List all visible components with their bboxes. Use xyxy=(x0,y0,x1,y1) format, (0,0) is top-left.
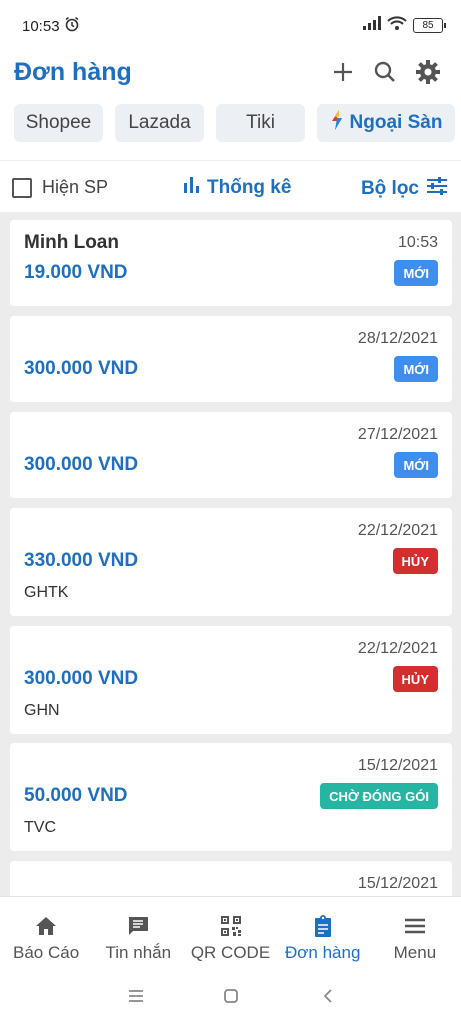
search-icon[interactable] xyxy=(371,58,399,86)
lightning-logo-icon xyxy=(330,110,344,136)
nav-item-messages[interactable]: Tin nhắn xyxy=(92,897,184,968)
order-status-badge: MỚI xyxy=(394,356,438,382)
order-amount: 19.000 VND xyxy=(24,262,128,283)
order-date: 28/12/2021 xyxy=(357,330,438,347)
order-card[interactable]: 15/12/2021 50.000 VND CHỜ ĐÓNG GÓI TVC xyxy=(10,743,452,851)
platform-chip-shopee[interactable]: Shopee xyxy=(14,104,103,142)
platform-chip-other[interactable]: Ngoại Sàn xyxy=(317,104,455,142)
alarm-icon xyxy=(64,16,80,37)
order-carrier: GHN xyxy=(24,702,60,719)
back-icon[interactable] xyxy=(316,986,340,1006)
system-nav-bar xyxy=(0,968,461,1024)
gear-icon[interactable] xyxy=(414,58,442,86)
app-bar: Đơn hàng xyxy=(0,48,461,98)
order-date: 27/12/2021 xyxy=(357,426,438,443)
show-products-toggle[interactable]: Hiện SP xyxy=(12,177,108,198)
order-status-badge: MỚI xyxy=(394,260,438,286)
order-date: 10:53 xyxy=(397,234,438,251)
order-amount: 300.000 VND xyxy=(24,358,139,379)
platform-tabs: Shopee Lazada Tiki Ngoại Sàn xyxy=(14,104,455,142)
order-card[interactable]: 22/12/2021 300.000 VND HỦY GHN xyxy=(10,626,452,734)
home-button-icon[interactable] xyxy=(219,986,243,1006)
recent-apps-icon[interactable] xyxy=(124,986,148,1006)
order-card[interactable]: 28/12/2021 300.000 VND MỚI xyxy=(10,316,452,402)
order-amount: 330.000 VND xyxy=(24,550,139,571)
battery-icon: 85 xyxy=(413,18,446,33)
platform-chip-lazada[interactable]: Lazada xyxy=(115,104,204,142)
order-carrier: GHTK xyxy=(24,584,69,601)
page-title: Đơn hàng xyxy=(14,58,132,86)
nav-item-orders[interactable]: Đơn hàng xyxy=(277,897,369,968)
add-icon[interactable] xyxy=(329,58,357,86)
bar-chart-icon xyxy=(183,177,201,199)
order-status-badge: HỦY xyxy=(392,666,438,692)
order-card[interactable]: 27/12/2021 300.000 VND MỚI xyxy=(10,412,452,498)
order-card[interactable]: 22/12/2021 330.000 VND HỦY GHTK xyxy=(10,508,452,616)
nav-label: Tin nhắn xyxy=(105,943,172,962)
order-date: 22/12/2021 xyxy=(357,522,438,539)
order-date: 15/12/2021 xyxy=(357,757,438,774)
filter-bar: Hiện SP Thống kê Bộ lọc xyxy=(0,160,461,212)
order-amount: 300.000 VND xyxy=(24,668,139,689)
order-date: 22/12/2021 xyxy=(357,640,438,657)
signal-icon xyxy=(363,16,381,35)
home-icon xyxy=(35,915,57,937)
order-date: 15/12/2021 xyxy=(357,875,438,892)
menu-icon xyxy=(404,915,426,937)
stats-label: Thống kê xyxy=(207,177,292,198)
order-status-badge: MỚI xyxy=(394,452,438,478)
show-products-label: Hiện SP xyxy=(42,177,109,197)
bottom-nav: Báo Cáo Tin nhắn QR CODE Đơn hàng Menu xyxy=(0,896,461,968)
status-time: 10:53 xyxy=(22,18,60,35)
clipboard-icon xyxy=(314,915,332,937)
nav-label: Báo Cáo xyxy=(13,943,80,962)
nav-label: QR CODE xyxy=(190,943,271,962)
nav-item-qr-code[interactable]: QR CODE xyxy=(184,897,276,968)
message-icon xyxy=(127,915,149,937)
qr-code-icon xyxy=(220,915,241,937)
tune-icon xyxy=(427,177,447,201)
status-bar: 10:53 85 xyxy=(0,0,461,48)
nav-label: Menu xyxy=(393,943,437,962)
nav-label: Đơn hàng xyxy=(285,943,361,962)
order-amount: 300.000 VND xyxy=(24,454,139,475)
nav-item-reports[interactable]: Báo Cáo xyxy=(0,897,92,968)
wifi-icon xyxy=(387,16,407,35)
show-products-checkbox[interactable] xyxy=(12,177,32,198)
platform-chip-tiki[interactable]: Tiki xyxy=(216,104,305,142)
order-amount: 50.000 VND xyxy=(24,785,128,806)
order-status-badge: HỦY xyxy=(392,548,438,574)
nav-item-menu[interactable]: Menu xyxy=(369,897,461,968)
filter-button[interactable]: Bộ lọc xyxy=(361,177,447,201)
order-carrier: TVC xyxy=(24,819,56,836)
stats-button[interactable]: Thống kê xyxy=(183,177,291,199)
order-card[interactable]: Minh Loan 10:53 19.000 VND MỚI xyxy=(10,220,452,306)
order-list: Minh Loan 10:53 19.000 VND MỚI 28/12/202… xyxy=(0,212,461,896)
platform-chip-other-label: Ngoại Sàn xyxy=(349,112,443,133)
filter-label: Bộ lọc xyxy=(360,178,419,199)
order-customer-name: Minh Loan xyxy=(24,232,119,253)
order-card[interactable]: 15/12/2021 xyxy=(10,861,452,896)
order-status-badge: CHỜ ĐÓNG GÓI xyxy=(320,783,438,809)
